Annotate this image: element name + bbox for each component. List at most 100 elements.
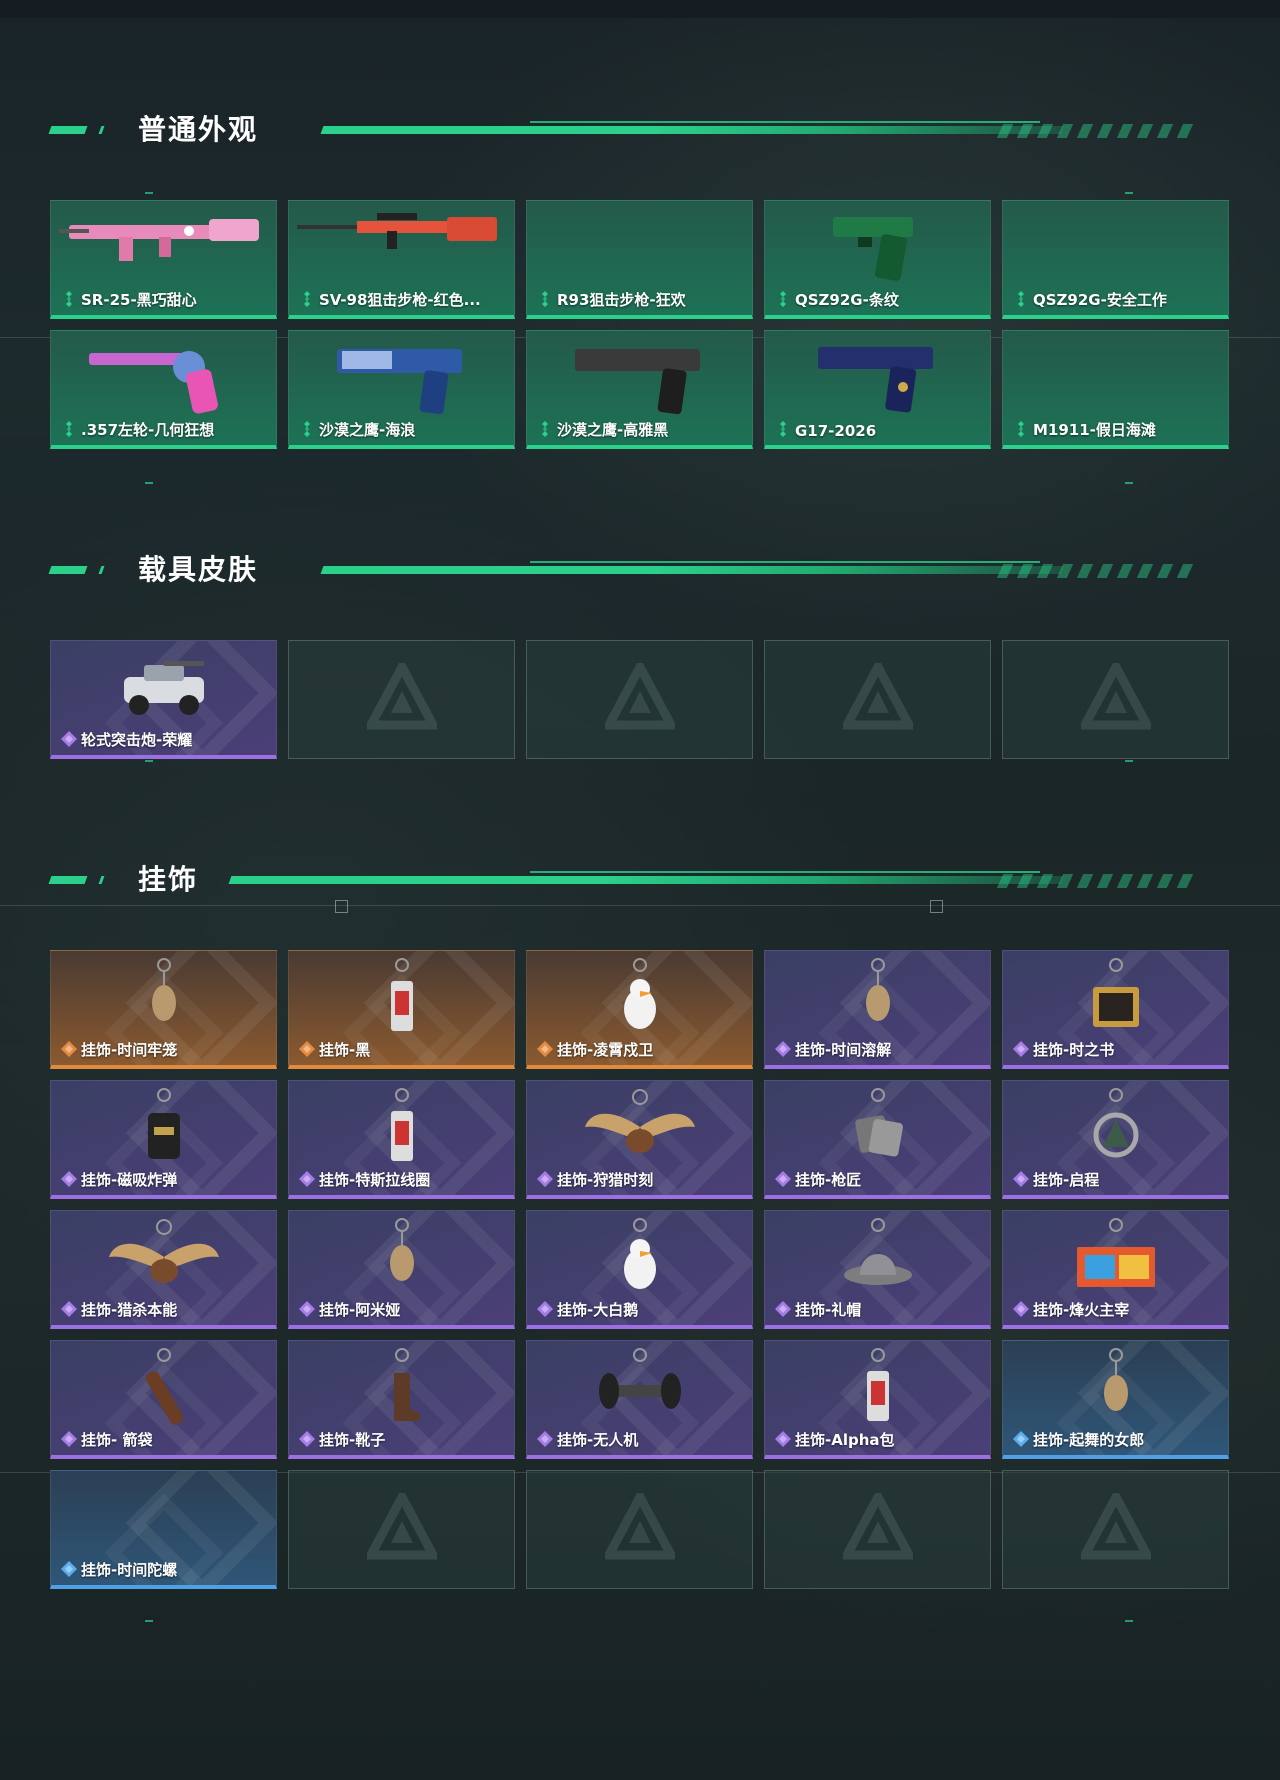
header-accent-bar	[48, 126, 88, 134]
empty-slot	[1002, 1470, 1229, 1589]
item-card[interactable]: G17-2026	[764, 330, 991, 449]
item-card[interactable]: 挂饰-启程	[1002, 1080, 1229, 1199]
item-card[interactable]: 挂饰-阿米娅	[288, 1210, 515, 1329]
section-title: 挂饰	[138, 863, 199, 896]
item-label: 挂饰-靴子	[319, 1431, 386, 1449]
item-card[interactable]: M1911-假日海滩	[1002, 330, 1229, 449]
item-card[interactable]: QSZ92G-条纹	[764, 200, 991, 319]
item-image	[580, 1087, 700, 1171]
item-label: R93狙击步枪-狂欢	[557, 291, 686, 309]
item-label: QSZ92G-安全工作	[1033, 291, 1167, 309]
item-image	[296, 207, 507, 261]
rarity-icon	[537, 1041, 553, 1057]
item-label: 挂饰-礼帽	[795, 1301, 862, 1319]
item-card[interactable]: 挂饰-靴子	[288, 1340, 515, 1459]
item-card[interactable]: 挂饰-起舞的女郎	[1002, 1340, 1229, 1459]
item-image	[610, 1217, 670, 1301]
header-accent-bar	[48, 876, 88, 884]
divider-line	[0, 905, 1280, 906]
item-image	[129, 1347, 199, 1431]
section-title: 普通外观	[138, 113, 259, 146]
charm-grid: 挂饰-时间牢笼 挂饰-黑 挂饰-凌霄戍卫 挂饰-时间溶解 挂饰-时之书 挂饰-磁吸炸弹 挂饰…	[50, 950, 1229, 1589]
rarity-icon	[299, 291, 315, 307]
item-card[interactable]: 挂饰-时间陀螺	[50, 1470, 277, 1589]
header-line	[228, 876, 1064, 884]
empty-slot	[764, 640, 991, 759]
item-card[interactable]: SR-25-黑巧甜心	[50, 200, 277, 319]
item-label: 轮式突击炮-荣耀	[81, 731, 193, 749]
item-label: 挂饰-起舞的女郎	[1033, 1431, 1145, 1449]
empty-slot	[526, 1470, 753, 1589]
empty-slot	[526, 640, 753, 759]
item-label: .357左轮-几何狂想	[81, 421, 215, 439]
item-image	[853, 957, 903, 1041]
rarity-icon	[61, 421, 77, 437]
item-card[interactable]: 挂饰-狩猎时刻	[526, 1080, 753, 1199]
item-label: 挂饰-Alpha包	[795, 1431, 895, 1449]
item-label: 挂饰-阿米娅	[319, 1301, 401, 1319]
rarity-icon	[1013, 291, 1029, 307]
item-card[interactable]: R93狙击步枪-狂欢	[526, 200, 753, 319]
item-image	[595, 1347, 685, 1431]
item-card[interactable]: 挂饰-特斯拉线圈	[288, 1080, 515, 1199]
section-title: 载具皮肤	[138, 553, 259, 586]
rarity-icon	[775, 1431, 791, 1447]
rarity-icon	[1013, 1171, 1029, 1187]
rarity-icon	[775, 1301, 791, 1317]
logo-watermark-icon	[600, 656, 679, 737]
rarity-icon	[61, 1561, 77, 1577]
vehicle-grid: 轮式突击炮-荣耀	[50, 640, 1229, 759]
item-card[interactable]: 轮式突击炮-荣耀	[50, 640, 277, 759]
item-card[interactable]: 挂饰-凌霄戍卫	[526, 950, 753, 1069]
rarity-icon	[299, 421, 315, 437]
item-label: SR-25-黑巧甜心	[81, 291, 197, 309]
section-header-skins: 普通外观	[48, 110, 1210, 150]
item-label: 挂饰-启程	[1033, 1171, 1100, 1189]
header-thin-line	[530, 871, 1040, 873]
item-card[interactable]: QSZ92G-安全工作	[1002, 200, 1229, 319]
rarity-icon	[61, 1041, 77, 1057]
item-card[interactable]: 挂饰-无人机	[526, 1340, 753, 1459]
item-card[interactable]: .357左轮-几何狂想	[50, 330, 277, 449]
item-card[interactable]: 挂饰-磁吸炸弹	[50, 1080, 277, 1199]
rarity-icon	[299, 1171, 315, 1187]
item-card[interactable]: 沙漠之鹰-高雅黑	[526, 330, 753, 449]
item-card[interactable]: SV-98狙击步枪-红色...	[288, 200, 515, 319]
item-label: M1911-假日海滩	[1033, 421, 1156, 439]
header-accent-bar	[98, 126, 105, 134]
item-card[interactable]: 挂饰-大白鹅	[526, 1210, 753, 1329]
header-checker	[996, 874, 1194, 888]
logo-watermark-icon	[1076, 656, 1155, 737]
item-image	[570, 337, 710, 421]
rarity-icon	[775, 1041, 791, 1057]
rarity-icon	[61, 1301, 77, 1317]
item-label: 挂饰-狩猎时刻	[557, 1171, 654, 1189]
header-thin-line	[530, 561, 1040, 563]
item-card[interactable]: 挂饰-猎杀本能	[50, 1210, 277, 1329]
item-label: 挂饰-时间陀螺	[81, 1561, 178, 1579]
rarity-icon	[61, 1171, 77, 1187]
item-image	[372, 1347, 432, 1431]
section-header-vehicle: 载具皮肤	[48, 550, 1210, 590]
item-label: 挂饰-时间溶解	[795, 1041, 892, 1059]
item-card[interactable]: 挂饰-时之书	[1002, 950, 1229, 1069]
logo-watermark-icon	[362, 1486, 441, 1567]
item-card[interactable]: 沙漠之鹰-海浪	[288, 330, 515, 449]
item-card[interactable]: 挂饰-时间牢笼	[50, 950, 277, 1069]
item-image	[377, 1087, 427, 1171]
item-card[interactable]: 挂饰- 箭袋	[50, 1340, 277, 1459]
item-card[interactable]: 挂饰-Alpha包	[764, 1340, 991, 1459]
header-accent-bar	[48, 566, 88, 574]
frame-tick	[1125, 1620, 1133, 1622]
item-label: 挂饰-无人机	[557, 1431, 639, 1449]
frame-tick	[145, 760, 153, 762]
item-image	[828, 207, 928, 291]
item-card[interactable]: 挂饰-时间溶解	[764, 950, 991, 1069]
header-line	[320, 566, 1064, 574]
item-card[interactable]: 挂饰-礼帽	[764, 1210, 991, 1329]
item-card[interactable]: 挂饰-黑	[288, 950, 515, 1069]
item-label: 沙漠之鹰-海浪	[319, 421, 416, 439]
item-card[interactable]: 挂饰-烽火主宰	[1002, 1210, 1229, 1329]
empty-slot	[288, 640, 515, 759]
item-card[interactable]: 挂饰-枪匠	[764, 1080, 991, 1199]
